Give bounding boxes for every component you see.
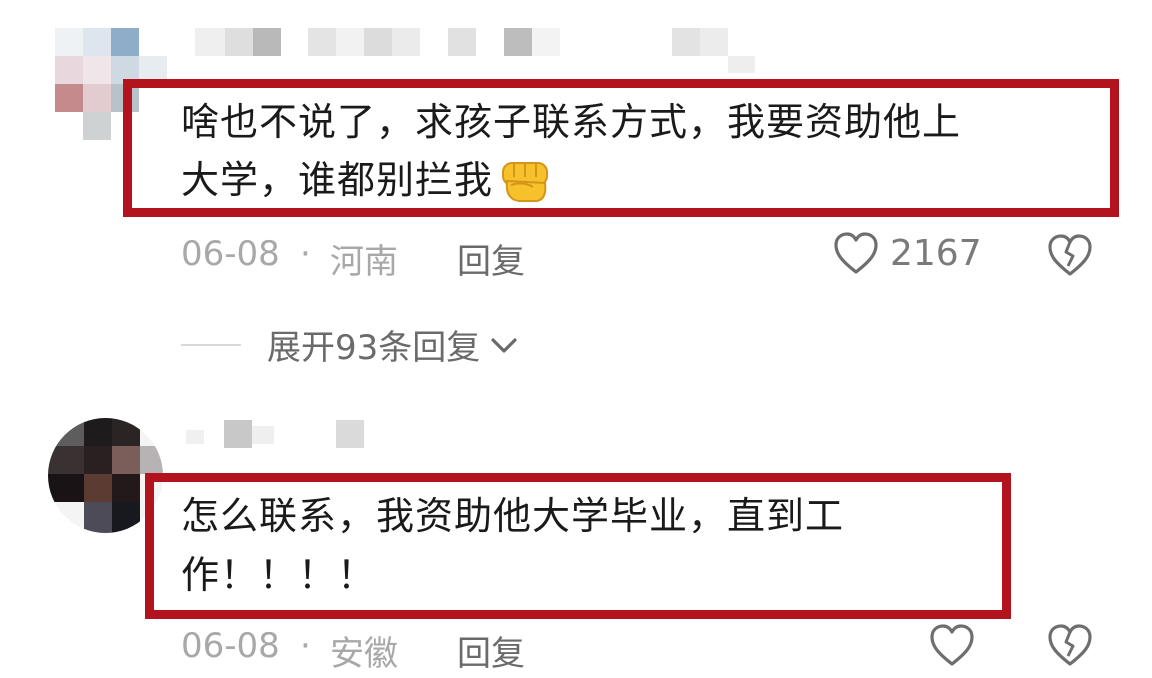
- reply-button[interactable]: 回复: [457, 626, 525, 675]
- meta-separator: ·: [300, 626, 311, 666]
- like-button[interactable]: [928, 622, 976, 672]
- chevron-down-icon: [488, 333, 520, 357]
- comment-text-line2-wrap: 大学，谁都别拦我: [181, 155, 553, 205]
- comment-text-line1: 啥也不说了，求孩子联系方式，我要资助他上: [181, 100, 962, 144]
- comment-date: 06-08: [181, 626, 280, 666]
- meta-separator: ·: [300, 234, 311, 274]
- comment-text-line2: 作！！！！: [181, 553, 377, 597]
- dislike-button[interactable]: [1046, 622, 1094, 672]
- comment-location: 河南: [330, 242, 398, 282]
- heart-icon: [928, 622, 976, 668]
- comment-location: 安徽: [330, 634, 398, 674]
- username[interactable]: [186, 420, 366, 448]
- like-button[interactable]: 2167: [832, 230, 982, 276]
- comment-text-line2: 大学，谁都别拦我: [181, 158, 494, 202]
- comment-date: 06-08: [181, 234, 280, 274]
- like-count: 2167: [890, 232, 982, 274]
- fist-emoji-icon: [497, 155, 553, 205]
- expand-replies-button[interactable]: 展开93条回复: [181, 320, 520, 369]
- broken-heart-icon: [1046, 622, 1094, 668]
- expand-replies-label: 展开93条回复: [267, 328, 481, 368]
- broken-heart-icon: [1046, 232, 1094, 278]
- username[interactable]: [195, 28, 755, 73]
- divider-line: [181, 343, 241, 346]
- dislike-button[interactable]: [1046, 232, 1094, 282]
- reply-button[interactable]: 回复: [457, 234, 525, 283]
- heart-icon: [832, 230, 880, 276]
- comment-text-line1: 怎么联系，我资助他大学毕业，直到工: [181, 494, 845, 538]
